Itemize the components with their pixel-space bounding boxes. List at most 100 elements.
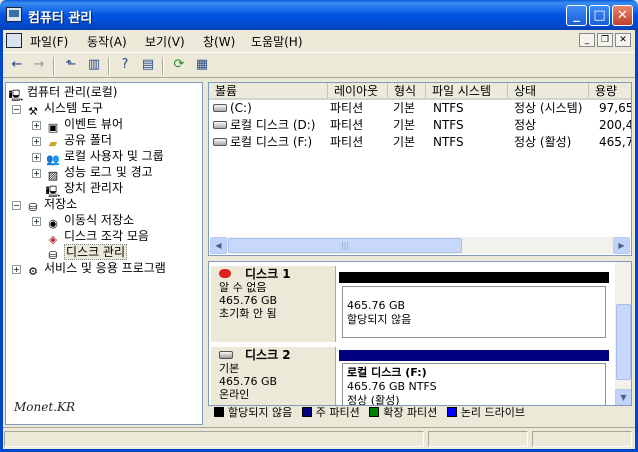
mdi-minimize-button[interactable]: _	[579, 33, 595, 47]
expand-icon[interactable]: +	[32, 153, 41, 162]
menu-help[interactable]: 도움말(H)	[251, 33, 303, 50]
column-header-status[interactable]: 상태	[508, 83, 589, 100]
volume-list[interactable]: 볼륨 레이아웃 형식 파일 시스템 상태 용량 (C:) 파티션 기본 NTFS…	[208, 82, 632, 256]
tree-item-storage[interactable]: − ⛁ 저장소	[6, 196, 202, 214]
collapse-icon[interactable]: −	[12, 105, 21, 114]
capacity-cell: 200,43	[599, 118, 631, 132]
partition-local-disk-f[interactable]: 로컬 디스크 (F:) 465.76 GB NTFS 정상 (활성)	[342, 363, 606, 405]
window-title: 컴퓨터 관리	[28, 11, 93, 26]
status-cell: 정상	[514, 118, 537, 132]
status-bar	[2, 427, 636, 449]
layout-cell: 파티션	[330, 135, 364, 149]
menu-file[interactable]: 파일(F)	[30, 33, 68, 50]
disk-size: 465.76 GB	[219, 294, 278, 307]
disk-type: 기본	[219, 362, 240, 375]
toolbar-separator	[162, 57, 164, 75]
tree-item-device-manager[interactable]: 🖳 장치 관리자	[6, 180, 202, 198]
tree-item-removable-storage[interactable]: + ◉ 이동식 저장소	[6, 212, 202, 230]
menu-window[interactable]: 창(W)	[203, 33, 235, 50]
refresh-icon[interactable]: ⟳	[170, 57, 188, 74]
console-tree[interactable]: 🖳 컴퓨터 관리(로컬) − ⚒ 시스템 도구 + ▣ 이벤트 뷰어 + ▰ 공유 폴더 + 👥…	[5, 82, 203, 425]
title-bar[interactable]: 컴퓨터 관리 _ □ ✕	[0, 0, 638, 30]
properties-icon[interactable]: ?	[116, 57, 134, 74]
disk-size: 465.76 GB	[219, 375, 278, 388]
legend-swatch-primary	[301, 407, 312, 417]
menu-action[interactable]: 동작(A)	[87, 33, 127, 50]
legend-swatch-unallocated	[214, 407, 224, 417]
horizontal-scrollbar[interactable]: ◀ ||| ▶	[210, 237, 630, 254]
tree-item-performance-logs[interactable]: + ▨ 성능 로그 및 경고	[6, 164, 202, 182]
column-header-type[interactable]: 형식	[388, 83, 426, 100]
disk-state: 온라인	[219, 388, 250, 401]
minimize-button[interactable]: _	[566, 5, 587, 26]
partition-size: 465.76 GB	[347, 299, 406, 312]
tree-item-computer-management[interactable]: 🖳 컴퓨터 관리(로컬)	[6, 84, 202, 102]
mdi-restore-button[interactable]: ❐	[597, 33, 613, 47]
disk-error-icon	[219, 269, 231, 278]
volume-name: 로컬 디스크 (F:)	[230, 135, 313, 149]
forward-icon[interactable]: →	[30, 57, 48, 74]
scroll-right-button[interactable]: ▶	[613, 237, 630, 254]
partition-bar-unallocated	[339, 272, 609, 283]
tree-item-local-users[interactable]: + 👥 로컬 사용자 및 그룹	[6, 148, 202, 166]
partition-unallocated[interactable]: 465.76 GB 할당되지 않음	[342, 286, 606, 338]
up-folder-icon[interactable]: ⬑	[62, 57, 80, 74]
tree-item-event-viewer[interactable]: + ▣ 이벤트 뷰어	[6, 116, 202, 134]
status-cell: 정상 (활성)	[514, 135, 572, 149]
drive-icon	[213, 138, 227, 146]
close-button[interactable]: ✕	[612, 5, 633, 26]
table-row[interactable]: 로컬 디스크 (F:) 파티션 기본 NTFS 정상 (활성) 465,76	[209, 134, 631, 151]
details-icon[interactable]: ▤	[139, 57, 157, 74]
scroll-left-button[interactable]: ◀	[210, 237, 227, 254]
drive-icon	[213, 104, 227, 112]
column-header-capacity[interactable]: 용량	[589, 83, 631, 100]
tree-item-disk-defragmenter[interactable]: ◈ 디스크 조각 모음	[6, 228, 202, 246]
horizontal-scroll-thumb[interactable]: |||	[228, 238, 462, 253]
disk-icon	[219, 351, 233, 359]
vertical-scroll-thumb[interactable]	[616, 304, 631, 380]
fs-cell: NTFS	[433, 135, 464, 149]
disk-1-info[interactable]: 디스크 1 알 수 없음 465.76 GB 초기화 안 됨	[211, 266, 336, 342]
system-menu-icon[interactable]	[6, 33, 22, 48]
type-cell: 기본	[393, 101, 416, 115]
menu-view[interactable]: 보기(V)	[145, 33, 185, 50]
legend-swatch-extended	[369, 407, 380, 417]
disk-name: 디스크 2	[245, 348, 291, 362]
partition-status: 할당되지 않음	[347, 313, 412, 326]
tree-item-services-applications[interactable]: + ⚙ 서비스 및 응용 프로그램	[6, 260, 202, 278]
table-row[interactable]: 로컬 디스크 (D:) 파티션 기본 NTFS 정상 200,43	[209, 117, 631, 134]
tree-item-system-tools[interactable]: − ⚒ 시스템 도구	[6, 100, 202, 118]
show-tree-icon[interactable]: ▥	[85, 57, 103, 74]
toolbar: ← → ⬑ ▥ ? ▤ ⟳ ▦	[0, 52, 638, 78]
layout-cell: 파티션	[330, 118, 364, 132]
disk-graphical-view[interactable]: 디스크 1 알 수 없음 465.76 GB 초기화 안 됨 465.76 GB…	[208, 261, 632, 406]
export-list-icon[interactable]: ▦	[193, 57, 211, 74]
expand-icon[interactable]: +	[32, 169, 41, 178]
disk-2-info[interactable]: 디스크 2 기본 465.76 GB 온라인	[211, 347, 336, 405]
collapse-icon[interactable]: −	[12, 201, 21, 210]
column-header-layout[interactable]: 레이아웃	[328, 83, 388, 100]
status-segment	[532, 431, 632, 447]
expand-icon[interactable]: +	[32, 121, 41, 130]
expand-icon[interactable]: +	[32, 137, 41, 146]
fs-cell: NTFS	[433, 101, 464, 115]
vertical-scrollbar[interactable]: ▼	[615, 262, 631, 405]
menu-bar: 파일(F) 동작(A) 보기(V) 창(W) 도움말(H) _ ❐ ✕	[0, 30, 638, 52]
mdi-close-button[interactable]: ✕	[615, 33, 631, 47]
column-header-volume[interactable]: 볼륨	[209, 83, 328, 100]
legend-swatch-logical	[446, 407, 457, 417]
disk-name: 디스크 1	[245, 267, 291, 281]
tree-item-shared-folders[interactable]: + ▰ 공유 폴더	[6, 132, 202, 150]
tree-item-disk-management[interactable]: ⛁ 디스크 관리	[6, 244, 202, 262]
expand-icon[interactable]: +	[32, 217, 41, 226]
back-icon[interactable]: ←	[8, 57, 26, 74]
partition-title: 로컬 디스크 (F:)	[347, 366, 427, 379]
expand-icon[interactable]: +	[12, 265, 21, 274]
maximize-button[interactable]: □	[589, 5, 610, 26]
table-row[interactable]: (C:) 파티션 기본 NTFS 정상 (시스템) 97,65	[209, 100, 632, 117]
column-header-file-system[interactable]: 파일 시스템	[426, 83, 508, 100]
watermark: Monet.KR	[14, 400, 75, 414]
partition-bar-primary	[339, 350, 609, 361]
capacity-cell: 97,65	[599, 101, 632, 115]
capacity-cell: 465,76	[599, 135, 631, 149]
